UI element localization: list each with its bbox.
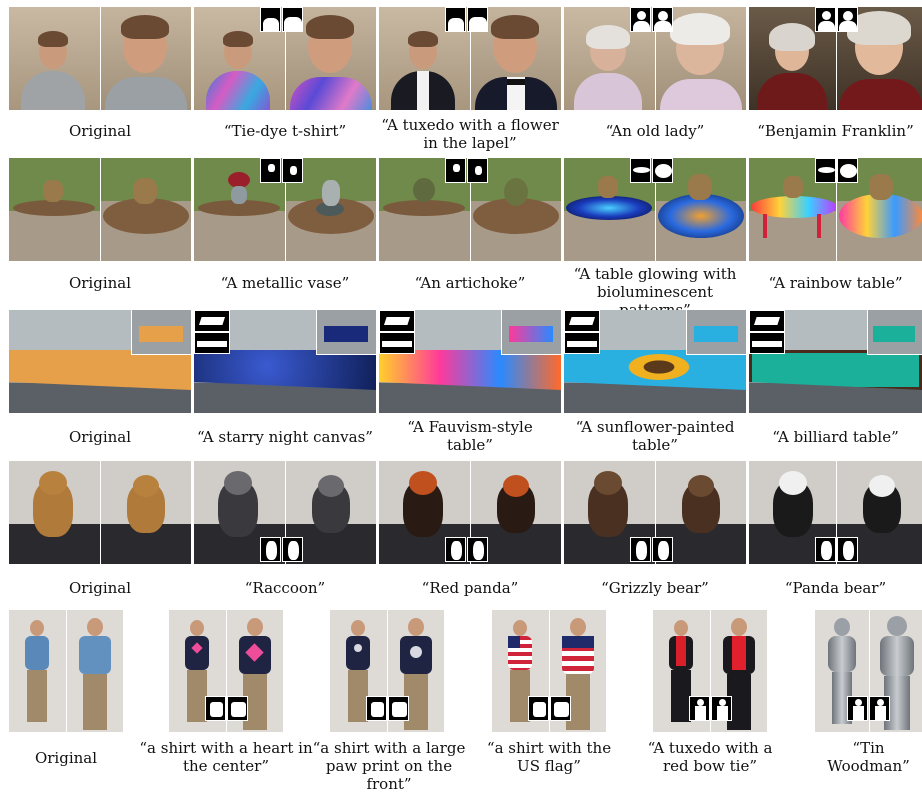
mask-inset [749,332,785,354]
mask-inset [260,158,281,183]
caption: “A Fauvism-style table” [407,418,533,454]
mask-inset [467,158,488,183]
mask-inset [379,332,415,354]
mask-inset [652,158,673,183]
row-full-body: Original “a shirt with a heart in the ce… [0,610,922,793]
mask-inset [869,696,890,721]
image-pair-metallic-vase [194,158,376,261]
caption: “A metallic vase” [220,274,350,292]
image-pair-tie-dye [194,7,376,110]
image-pair-red-panda [379,461,561,564]
image-pair-benjamin-franklin [749,7,922,110]
image-pair-rainbow-table [749,158,922,261]
mask-inset [467,537,488,562]
image-pair-original-man [9,7,191,110]
image-pair-heart-shirt [169,610,283,732]
caption: Original [34,749,98,767]
mask-inset [445,158,466,183]
mask-inset [652,7,673,32]
mask-inset [630,7,651,32]
image-pair-original-office [9,310,191,413]
mask-inset [260,7,281,32]
mask-inset [445,7,466,32]
image-pair-tin-woodman [815,610,922,732]
caption: “An artichoke” [414,274,526,292]
mask-inset [711,696,732,721]
caption: Original [68,122,132,140]
mask-inset [837,537,858,562]
mask-inset [205,696,226,721]
mask-inset [379,310,415,332]
mask-inset [652,537,673,562]
row-garden-table: Original “A metallic vase” “An artichoke… [0,155,922,319]
image-pair-fauvism [379,310,561,413]
mask-inset [282,158,303,183]
caption: “Panda bear” [784,579,887,597]
mask-inset [564,310,600,332]
caption: Original [68,428,132,446]
caption: Original [68,579,132,597]
caption: “A rainbow table” [768,274,903,292]
mask-inset [564,332,600,354]
caption: “Tie-dye t-shirt” [223,122,347,140]
caption: “Red panda” [421,579,519,597]
mask-inset [282,537,303,562]
mask-inset [689,696,710,721]
mask-inset [847,696,868,721]
image-pair-sunflower-table [564,310,746,413]
mask-inset [260,537,281,562]
image-pair-tuxedo-red-bow-tie [653,610,767,732]
caption: “Grizzly bear” [601,579,709,597]
mask-inset [528,696,549,721]
mask-inset [282,7,303,32]
mask-inset [749,310,785,332]
caption: “a shirt with a large paw print on the f… [312,739,466,793]
mask-inset [837,158,858,183]
mask-inset [837,7,858,32]
mask-inset [815,537,836,562]
image-pair-original-bear [9,461,191,564]
caption: “Raccoon” [244,579,326,597]
mask-inset [815,158,836,183]
caption: Original [68,274,132,292]
row-portrait: Original “Tie-dye t-shirt” “A tuxedo wit… [0,0,922,152]
mask-inset [630,158,651,183]
image-pair-bioluminescent-table [564,158,746,261]
mask-inset [388,696,409,721]
image-pair-panda-bear [749,461,922,564]
image-pair-old-lady [564,7,746,110]
mask-inset [194,310,230,332]
mask-inset [467,7,488,32]
mask-inset [445,537,466,562]
row-bear: Original “Raccoon” “Red panda” “Grizzly … [0,460,922,610]
caption: “A starry night canvas” [197,428,373,446]
image-pair-original-person [9,610,123,732]
mask-inset [815,7,836,32]
caption: “a shirt with the US flag” [486,739,612,775]
caption: “An old lady” [605,122,705,140]
row-office-table: Original “A starry night canvas” “A Fauv… [0,308,922,458]
caption: “A tuxedo with a flower in the lapel” [381,116,559,152]
mask-inset [630,537,651,562]
caption: “Benjamin Franklin” [757,122,914,140]
image-pair-us-flag-shirt [492,610,606,732]
image-pair-paw-print-shirt [330,610,444,732]
image-pair-grizzly-bear [564,461,746,564]
caption: “a shirt with a heart in the center” [139,739,313,775]
caption: “Tin Woodman” [827,739,910,775]
caption: “A billiard table” [772,428,899,446]
image-pair-billiard-table [749,310,922,413]
image-pair-artichoke [379,158,561,261]
mask-inset [550,696,571,721]
image-pair-starry-night [194,310,376,413]
mask-inset [194,332,230,354]
image-pair-original-garden [9,158,191,261]
image-pair-raccoon [194,461,376,564]
caption: “A tuxedo with a red bow tie” [647,739,773,775]
mask-inset [366,696,387,721]
caption: “A sunflower-painted table” [575,418,735,454]
mask-inset [227,696,248,721]
image-pair-tuxedo-flower [379,7,561,110]
